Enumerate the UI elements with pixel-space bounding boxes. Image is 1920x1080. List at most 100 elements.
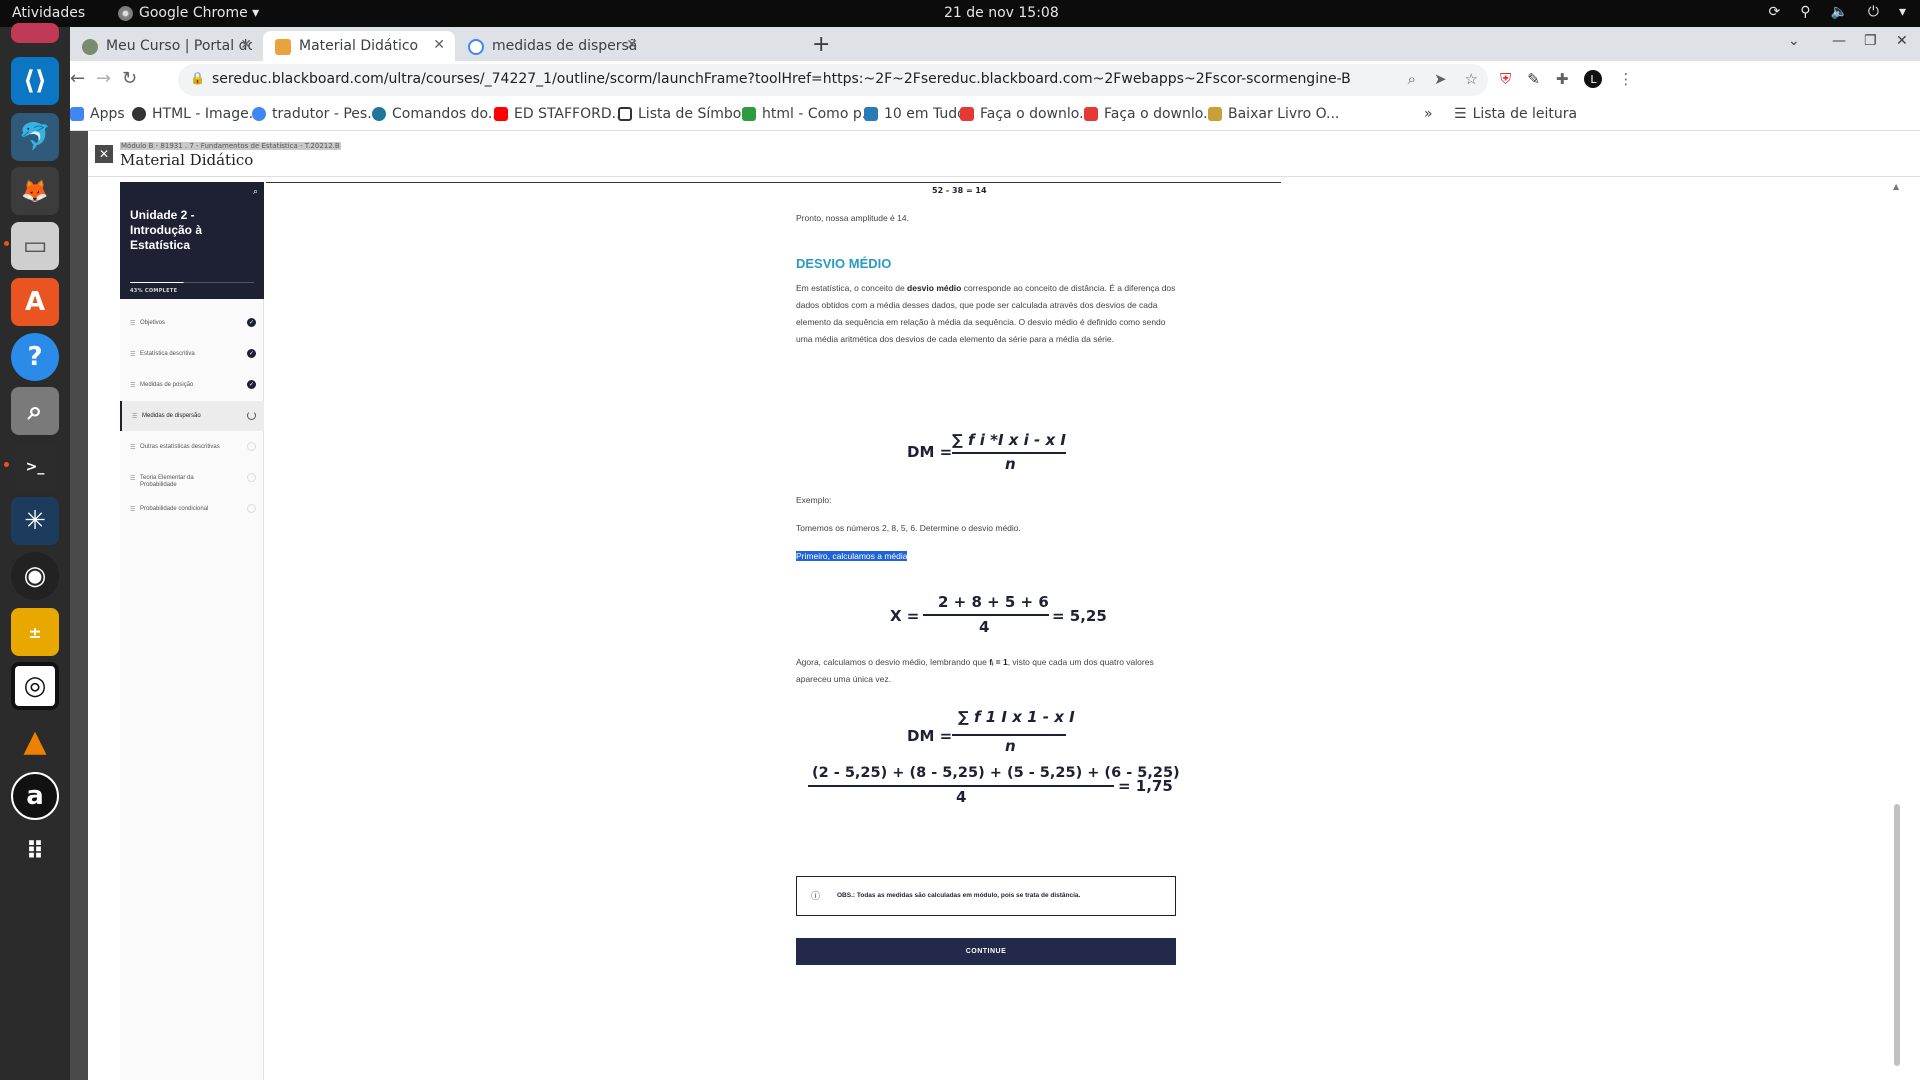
unit-title: Unidade 2 - Introdução à Estatística (130, 208, 203, 252)
bookmark-item[interactable]: Comandos do... (372, 106, 501, 122)
help-icon[interactable]: ? (11, 333, 59, 381)
close-icon[interactable]: ✕ (433, 37, 445, 53)
breadcrumb: Módulo B - 81931 . 7 - Fundamentos de Es… (120, 142, 341, 150)
lesson-item[interactable]: ☰ Teoria Elementar da Probabilidade (120, 463, 264, 493)
chrome-icon (118, 5, 133, 21)
chevron-down-icon[interactable]: ▾ (1899, 4, 1906, 20)
puzzle-icon[interactable]: ✚ (1556, 70, 1569, 88)
vscode-icon[interactable]: ⟨⟩ (11, 57, 59, 105)
search-icon[interactable]: ⌕ (253, 187, 258, 197)
bookmark-item[interactable]: ED STAFFORD... (494, 106, 625, 122)
amazon-icon[interactable]: a (11, 772, 59, 820)
activities-button[interactable]: Atividades (12, 5, 85, 21)
tab-favicon (82, 39, 98, 55)
tab-material-didatico[interactable]: Material Didático ✕ (263, 31, 455, 61)
calculator-icon[interactable]: ± (11, 608, 59, 656)
new-tab-icon[interactable]: + (812, 32, 830, 57)
reading-list-icon: ☰ (1454, 106, 1467, 122)
intro-paragraph: Em estatística, o conceito de desvio méd… (796, 280, 1176, 348)
lesson-item[interactable]: ☰ Estatística descritiva ✓ (120, 339, 264, 369)
gimp-icon[interactable]: 🦊 (11, 167, 59, 215)
bookmark-item[interactable]: HTML - Image... (132, 106, 262, 122)
color-picker-icon[interactable]: ✳ (11, 497, 59, 545)
scroll-up-icon[interactable]: ▲ (1893, 182, 1899, 191)
lesson-item[interactable]: ☰ Probabilidade condicional (120, 494, 264, 524)
back-button[interactable]: ← (70, 68, 85, 89)
download-icon (1084, 107, 1098, 121)
volume-icon[interactable]: 🔈 (1830, 4, 1847, 20)
bookmark-item[interactable]: 10 em Tudo (864, 106, 966, 122)
dm2-numerator: ∑ f 1 I x 1 - x I (958, 708, 1075, 726)
lock-icon[interactable]: 🔒 (190, 71, 205, 85)
mysql-workbench-icon[interactable]: 🐬 (11, 113, 59, 161)
maximize-icon[interactable]: ❐ (1864, 33, 1877, 49)
zoom-icon[interactable]: ⌕ (1408, 70, 1416, 88)
profile-avatar-icon[interactable]: L (1584, 70, 1603, 88)
bookmark-item[interactable]: tradutor - Pes... (252, 106, 381, 122)
files-icon[interactable]: ▭ (11, 222, 59, 270)
wordpress-icon (372, 107, 386, 121)
address-bar[interactable]: 🔒 sereduc.blackboard.com/ultra/courses/_… (178, 64, 1488, 96)
close-window-icon[interactable]: ✕ (1896, 33, 1908, 49)
menu-icon[interactable]: ⋮ (1618, 70, 1633, 88)
terminal-icon[interactable]: >_ (11, 443, 59, 491)
selected-text[interactable]: Primeiro, calculamos a média (796, 551, 908, 561)
bookmark-item[interactable]: Lista de Símbo... (618, 106, 754, 122)
bookmark-item[interactable]: Baixar Livro O... (1208, 106, 1339, 122)
lesson-item[interactable]: ☰ Objetivos ✓ (120, 308, 264, 338)
power-icon[interactable]: ⏻ (1868, 4, 1879, 20)
site-icon (864, 107, 878, 121)
reload-button[interactable]: ↻ (122, 68, 137, 89)
forward-button[interactable]: → (96, 68, 111, 89)
partial-app-icon[interactable] (11, 23, 59, 43)
calc-result: = 1,75 (1118, 777, 1173, 795)
reading-list-button[interactable]: ☰ Lista de leitura (1454, 106, 1577, 122)
amplitude-text: Pronto, nossa amplitude é 14. (796, 213, 909, 223)
top-formula: 52 - 38 = 14 (932, 186, 987, 195)
lesson-label: Medidas de posição (140, 382, 194, 388)
vlc-icon[interactable]: ▲ (11, 717, 59, 765)
bookmark-star-icon[interactable]: ☆ (1465, 70, 1478, 88)
scrollbar-thumb[interactable] (1894, 804, 1900, 1066)
minimize-icon[interactable]: — (1832, 33, 1846, 49)
lesson-list-icon: ☰ (130, 476, 136, 482)
app-menu[interactable]: Google Chrome ▾ (118, 5, 259, 21)
bookmark-item[interactable]: Faça o downlo... (1084, 106, 1216, 122)
screenshot-icon[interactable]: ◎ (11, 662, 59, 710)
tab-medidas-dispersao[interactable]: medidas de dispersão - Pe ✕ (456, 31, 648, 61)
tab-meu-curso[interactable]: Meu Curso | Portal do Alu ✕ (70, 31, 262, 61)
close-icon[interactable]: ✕ (626, 37, 638, 53)
clock[interactable]: 21 de nov 15:08 (944, 5, 1059, 21)
bookmark-apps[interactable]: Apps (70, 106, 125, 122)
webcam-icon[interactable]: ◉ (11, 552, 59, 600)
close-modal-button[interactable]: ✕ (95, 145, 113, 163)
send-icon[interactable]: ➤ (1434, 70, 1447, 88)
lesson-item[interactable]: ☰ Medidas de dispersão (120, 401, 264, 431)
content-modal: ✕ Módulo B - 81931 . 7 - Fundamentos de … (88, 131, 1920, 1080)
scrollbar[interactable]: ▲ (1892, 182, 1902, 1080)
tab-search-icon[interactable]: ⌄ (1788, 33, 1800, 49)
continue-button[interactable]: CONTINUE (796, 938, 1176, 965)
network-icon[interactable]: ⚲ (1800, 4, 1810, 20)
sync-icon[interactable]: ⟳ (1768, 4, 1780, 20)
close-icon[interactable]: ✕ (240, 37, 252, 53)
dock: ⟨⟩ 🐬 🦊 ▭ A ? ⌕ >_ ✳ ◉ ± ◎ ▲ a ⠿ (0, 23, 70, 1080)
url-text[interactable]: sereduc.blackboard.com/ultra/courses/_74… (212, 71, 1352, 87)
lesson-item[interactable]: ☰ Medidas de posição ✓ (120, 370, 264, 400)
bookmark-label: tradutor - Pes... (272, 106, 381, 122)
bookmarks-overflow-button[interactable]: » (1424, 106, 1433, 122)
system-tray[interactable]: ⟳ ⚲ 🔈 ⏻ ▾ (1768, 4, 1906, 20)
image-viewer-icon[interactable]: ⌕ (11, 387, 59, 435)
bookmark-item[interactable]: html - Como p... (742, 106, 875, 122)
lesson-item[interactable]: ☰ Outras estatísticas descritivas (120, 432, 264, 462)
extension-icon[interactable]: ✎ (1527, 70, 1540, 88)
shield-extension-icon[interactable]: ⛨ (1500, 70, 1511, 88)
software-center-icon[interactable]: A (11, 278, 59, 326)
youtube-icon (494, 107, 508, 121)
check-icon: ✓ (247, 380, 256, 389)
bookmark-item[interactable]: Faça o downlo... (960, 106, 1092, 122)
fraction-line (952, 734, 1066, 736)
progress-bar (130, 282, 254, 283)
lesson-list-icon: ☰ (130, 507, 136, 513)
show-apps-icon[interactable]: ⠿ (11, 827, 59, 875)
